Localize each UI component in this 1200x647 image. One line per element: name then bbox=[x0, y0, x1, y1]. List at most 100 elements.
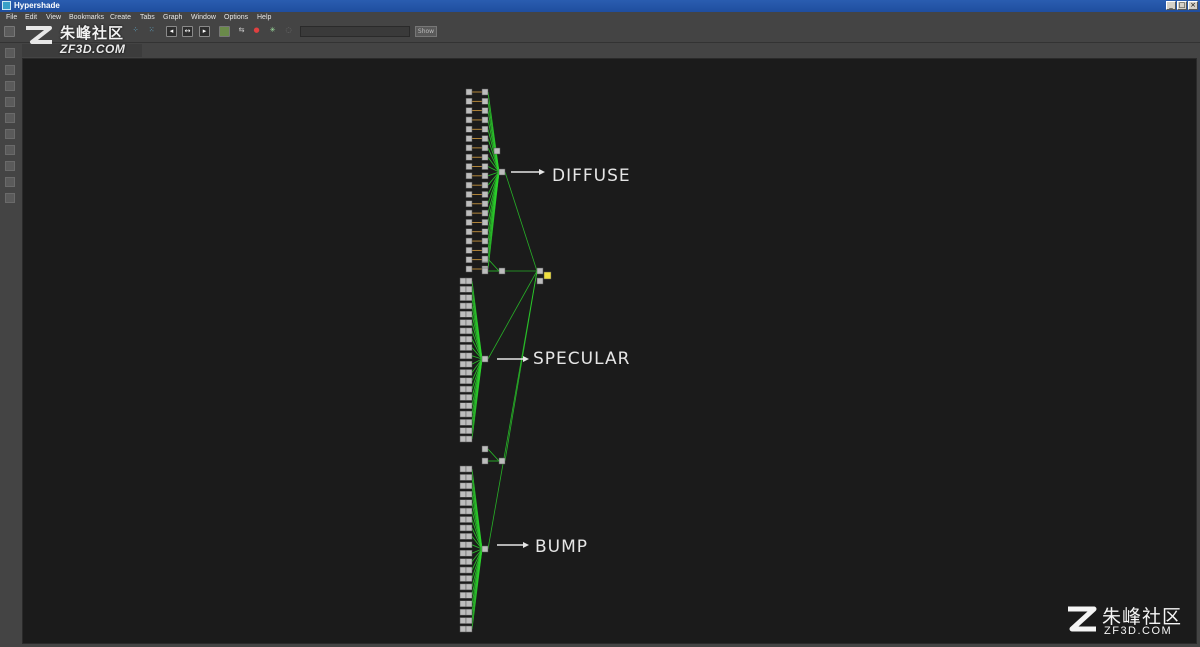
diffuse-texture-node[interactable] bbox=[465, 247, 473, 254]
bump-texture-node[interactable] bbox=[465, 625, 473, 633]
utility-node[interactable] bbox=[481, 457, 489, 465]
diffuse-texture-node[interactable] bbox=[465, 135, 473, 142]
input-connections-icon[interactable]: ◂ bbox=[166, 26, 177, 37]
side-tool-icon[interactable] bbox=[5, 97, 15, 107]
bump-texture-node[interactable] bbox=[465, 524, 473, 532]
bump-texture-node[interactable] bbox=[465, 600, 473, 607]
specular-texture-node[interactable] bbox=[459, 302, 467, 310]
diffuse-texture-node[interactable] bbox=[481, 237, 489, 245]
diffuse-texture-node[interactable] bbox=[481, 181, 489, 189]
bump-texture-node[interactable] bbox=[459, 592, 467, 599]
bump-texture-node[interactable] bbox=[465, 549, 473, 557]
diffuse-texture-node[interactable] bbox=[481, 228, 489, 235]
input-output-connections-icon[interactable]: ↔ bbox=[182, 26, 193, 37]
bump-texture-node[interactable] bbox=[459, 465, 467, 473]
bump-texture-node[interactable] bbox=[459, 474, 467, 481]
side-tool-icon[interactable] bbox=[5, 81, 15, 91]
utility-node[interactable] bbox=[498, 267, 506, 275]
bump-texture-node[interactable] bbox=[459, 541, 467, 549]
diffuse-texture-node[interactable] bbox=[465, 237, 473, 245]
bump-texture-node[interactable] bbox=[465, 592, 473, 599]
specular-texture-node[interactable] bbox=[459, 286, 467, 293]
diffuse-texture-node[interactable] bbox=[481, 163, 489, 170]
shader-output-node[interactable] bbox=[536, 277, 544, 285]
toggle-panel-icon[interactable] bbox=[4, 26, 15, 37]
bump-texture-node[interactable] bbox=[459, 625, 467, 633]
bump-texture-node[interactable] bbox=[465, 516, 473, 523]
diffuse-texture-node[interactable] bbox=[481, 200, 489, 208]
diffuse-texture-node[interactable] bbox=[481, 116, 489, 124]
bump-layered-texture-node[interactable] bbox=[481, 545, 489, 553]
bump-texture-node[interactable] bbox=[459, 617, 467, 624]
specular-texture-node[interactable] bbox=[459, 344, 467, 351]
shading-group-node[interactable] bbox=[543, 271, 552, 280]
bump-texture-node[interactable] bbox=[465, 474, 473, 481]
diffuse-texture-node[interactable] bbox=[465, 200, 473, 208]
diffuse-texture-node[interactable] bbox=[465, 228, 473, 235]
utility-node[interactable] bbox=[481, 267, 489, 275]
bump-texture-node[interactable] bbox=[459, 558, 467, 565]
bump-texture-node[interactable] bbox=[465, 533, 473, 540]
diffuse-texture-node[interactable] bbox=[465, 116, 473, 124]
close-button[interactable]: × bbox=[1188, 1, 1198, 10]
diffuse-texture-node[interactable] bbox=[481, 247, 489, 254]
specular-texture-node[interactable] bbox=[459, 427, 467, 434]
menu-help[interactable]: Help bbox=[257, 12, 271, 24]
bump-texture-node[interactable] bbox=[459, 566, 467, 574]
bump-texture-node[interactable] bbox=[459, 600, 467, 607]
bump-texture-node[interactable] bbox=[465, 583, 473, 591]
light-icon[interactable]: ✳ bbox=[267, 26, 278, 37]
node-graph[interactable]: DIFFUSE SPECULAR BUMP bbox=[23, 59, 1196, 643]
diffuse-texture-node[interactable] bbox=[465, 256, 473, 263]
diffuse-texture-node[interactable] bbox=[465, 209, 473, 217]
specular-texture-node[interactable] bbox=[465, 352, 473, 360]
diffuse-texture-node[interactable] bbox=[465, 163, 473, 170]
diffuse-texture-node[interactable] bbox=[481, 88, 489, 96]
side-tool-icon[interactable] bbox=[5, 65, 15, 75]
diffuse-texture-node[interactable] bbox=[481, 209, 489, 217]
specular-texture-node[interactable] bbox=[465, 302, 473, 310]
bump-texture-node[interactable] bbox=[459, 533, 467, 540]
clear-graph-icon[interactable]: ◌ bbox=[283, 26, 294, 37]
rearrange-graph-icon[interactable]: ⇆ bbox=[236, 26, 247, 37]
specular-texture-node[interactable] bbox=[465, 402, 473, 409]
bump-texture-node[interactable] bbox=[465, 541, 473, 549]
specular-texture-node[interactable] bbox=[459, 294, 467, 301]
specular-texture-node[interactable] bbox=[465, 369, 473, 376]
minimize-button[interactable]: _ bbox=[1166, 1, 1176, 10]
diffuse-texture-node[interactable] bbox=[481, 191, 489, 198]
bump-texture-node[interactable] bbox=[459, 549, 467, 557]
specular-texture-node[interactable] bbox=[465, 410, 473, 418]
bump-texture-node[interactable] bbox=[459, 575, 467, 582]
bump-texture-node[interactable] bbox=[459, 516, 467, 523]
diffuse-texture-node[interactable] bbox=[465, 219, 473, 226]
search-field[interactable] bbox=[300, 26, 410, 37]
specular-texture-node[interactable] bbox=[465, 394, 473, 401]
diffuse-texture-node[interactable] bbox=[465, 144, 473, 152]
bump-texture-node[interactable] bbox=[465, 558, 473, 565]
bump-texture-node[interactable] bbox=[459, 482, 467, 490]
diffuse-texture-node[interactable] bbox=[481, 153, 489, 161]
specular-texture-node[interactable] bbox=[459, 435, 467, 443]
utility-node[interactable] bbox=[498, 457, 506, 465]
bump-texture-node[interactable] bbox=[465, 608, 473, 616]
hypershade-graph-canvas[interactable]: DIFFUSE SPECULAR BUMP bbox=[22, 58, 1197, 644]
specular-texture-node[interactable] bbox=[465, 294, 473, 301]
bump-texture-node[interactable] bbox=[465, 507, 473, 515]
menu-file[interactable]: File bbox=[6, 12, 17, 24]
diffuse-texture-node[interactable] bbox=[481, 144, 489, 152]
utility-node[interactable] bbox=[481, 445, 489, 453]
side-tool-icon[interactable] bbox=[5, 145, 15, 155]
side-tool-icon[interactable] bbox=[5, 193, 15, 203]
specular-texture-node[interactable] bbox=[459, 352, 467, 360]
diffuse-texture-node[interactable] bbox=[465, 172, 473, 180]
diffuse-layered-texture-node[interactable] bbox=[498, 168, 506, 176]
specular-layered-texture-node[interactable] bbox=[481, 355, 489, 363]
specular-texture-node[interactable] bbox=[465, 360, 473, 368]
diffuse-texture-node[interactable] bbox=[481, 219, 489, 226]
specular-texture-node[interactable] bbox=[459, 377, 467, 385]
bump-texture-node[interactable] bbox=[465, 575, 473, 582]
specular-texture-node[interactable] bbox=[459, 311, 467, 318]
bump-texture-node[interactable] bbox=[465, 617, 473, 624]
side-tool-icon[interactable] bbox=[5, 113, 15, 123]
